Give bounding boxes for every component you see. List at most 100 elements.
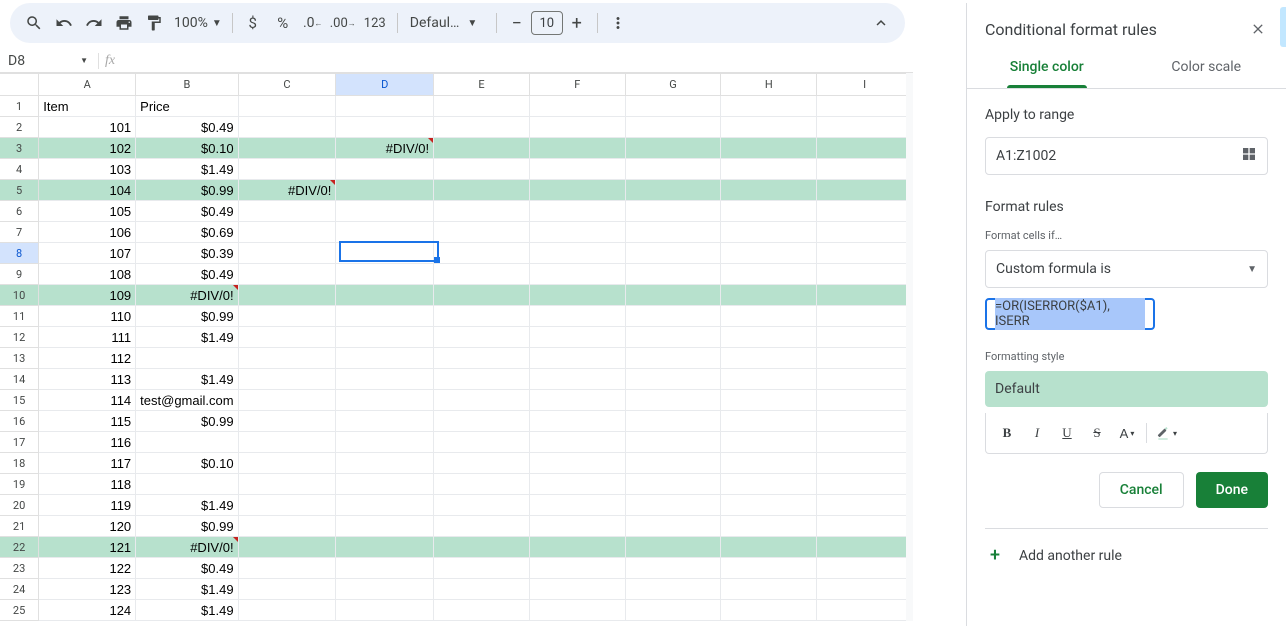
zoom-dropdown[interactable]: 100%▼: [170, 15, 226, 31]
cell-B20[interactable]: $1.49: [136, 495, 238, 516]
cell-G5[interactable]: [625, 180, 721, 201]
cell-F20[interactable]: [529, 495, 625, 516]
cell-D8[interactable]: [336, 243, 434, 264]
cell-I2[interactable]: [817, 117, 913, 138]
cell-E2[interactable]: [434, 117, 530, 138]
cell-E25[interactable]: [434, 600, 530, 621]
cell-E24[interactable]: [434, 579, 530, 600]
cell-I18[interactable]: [817, 453, 913, 474]
underline-button[interactable]: U: [1052, 421, 1082, 445]
cell-F10[interactable]: [529, 285, 625, 306]
cell-C20[interactable]: [238, 495, 336, 516]
row-header-14[interactable]: 14: [0, 369, 39, 390]
cell-I21[interactable]: [817, 516, 913, 537]
cell-A16[interactable]: 115: [39, 411, 136, 432]
cell-A14[interactable]: 113: [39, 369, 136, 390]
row-header-12[interactable]: 12: [0, 327, 39, 348]
cell-H1[interactable]: [721, 96, 817, 117]
cell-C23[interactable]: [238, 558, 336, 579]
cell-E22[interactable]: [434, 537, 530, 558]
cell-H10[interactable]: [721, 285, 817, 306]
row-header-3[interactable]: 3: [0, 138, 39, 159]
cell-D16[interactable]: [336, 411, 434, 432]
cell-C6[interactable]: [238, 201, 336, 222]
row-header-23[interactable]: 23: [0, 558, 39, 579]
cell-F23[interactable]: [529, 558, 625, 579]
cell-D10[interactable]: [336, 285, 434, 306]
cell-A11[interactable]: 110: [39, 306, 136, 327]
row-header-9[interactable]: 9: [0, 264, 39, 285]
cell-G23[interactable]: [625, 558, 721, 579]
percent-format-button[interactable]: %: [269, 9, 297, 37]
cell-I25[interactable]: [817, 600, 913, 621]
cell-D2[interactable]: [336, 117, 434, 138]
cell-H5[interactable]: [721, 180, 817, 201]
row-header-24[interactable]: 24: [0, 579, 39, 600]
cell-D3[interactable]: #DIV/0!: [336, 138, 434, 159]
more-formats-button[interactable]: 123: [359, 9, 391, 37]
cell-E20[interactable]: [434, 495, 530, 516]
cell-C5[interactable]: #DIV/0!: [238, 180, 336, 201]
cell-I7[interactable]: [817, 222, 913, 243]
cell-B1[interactable]: Price: [136, 96, 238, 117]
cell-C22[interactable]: [238, 537, 336, 558]
cell-B4[interactable]: $1.49: [136, 159, 238, 180]
cell-C25[interactable]: [238, 600, 336, 621]
side-panel-toggle[interactable]: [1280, 7, 1286, 47]
cell-A22[interactable]: 121: [39, 537, 136, 558]
cell-D7[interactable]: [336, 222, 434, 243]
column-header-C[interactable]: C: [238, 74, 336, 96]
cell-A24[interactable]: 123: [39, 579, 136, 600]
cell-I15[interactable]: [817, 390, 913, 411]
cell-B10[interactable]: #DIV/0!: [136, 285, 238, 306]
cell-B19[interactable]: [136, 474, 238, 495]
tab-color-scale[interactable]: Color scale: [1127, 47, 1286, 88]
row-header-10[interactable]: 10: [0, 285, 39, 306]
cell-H21[interactable]: [721, 516, 817, 537]
cell-H9[interactable]: [721, 264, 817, 285]
row-header-18[interactable]: 18: [0, 453, 39, 474]
cell-H20[interactable]: [721, 495, 817, 516]
cell-E7[interactable]: [434, 222, 530, 243]
cell-A10[interactable]: 109: [39, 285, 136, 306]
cell-C24[interactable]: [238, 579, 336, 600]
cell-D12[interactable]: [336, 327, 434, 348]
cell-D18[interactable]: [336, 453, 434, 474]
style-preview[interactable]: Default: [985, 371, 1268, 407]
cell-I9[interactable]: [817, 264, 913, 285]
cell-G1[interactable]: [625, 96, 721, 117]
cell-D9[interactable]: [336, 264, 434, 285]
cell-I4[interactable]: [817, 159, 913, 180]
cell-D21[interactable]: [336, 516, 434, 537]
cell-F19[interactable]: [529, 474, 625, 495]
cell-G6[interactable]: [625, 201, 721, 222]
row-header-8[interactable]: 8: [0, 243, 39, 264]
cell-E13[interactable]: [434, 348, 530, 369]
row-header-17[interactable]: 17: [0, 432, 39, 453]
font-dropdown[interactable]: Defaul…▼: [404, 15, 490, 31]
cell-F11[interactable]: [529, 306, 625, 327]
row-header-4[interactable]: 4: [0, 159, 39, 180]
print-icon[interactable]: [110, 9, 138, 37]
cell-D11[interactable]: [336, 306, 434, 327]
cell-C11[interactable]: [238, 306, 336, 327]
cell-D19[interactable]: [336, 474, 434, 495]
currency-format-button[interactable]: $: [239, 9, 267, 37]
cell-G20[interactable]: [625, 495, 721, 516]
paint-format-icon[interactable]: [140, 9, 168, 37]
cell-I17[interactable]: [817, 432, 913, 453]
cell-E9[interactable]: [434, 264, 530, 285]
row-header-13[interactable]: 13: [0, 348, 39, 369]
increase-decimal-button[interactable]: .00→: [329, 9, 357, 37]
cell-I11[interactable]: [817, 306, 913, 327]
cell-B16[interactable]: $0.99: [136, 411, 238, 432]
cell-I5[interactable]: [817, 180, 913, 201]
cell-I22[interactable]: [817, 537, 913, 558]
cell-C9[interactable]: [238, 264, 336, 285]
cell-B5[interactable]: $0.99: [136, 180, 238, 201]
row-header-15[interactable]: 15: [0, 390, 39, 411]
cell-E16[interactable]: [434, 411, 530, 432]
cell-I24[interactable]: [817, 579, 913, 600]
font-size-input[interactable]: 10: [531, 11, 563, 35]
column-header-F[interactable]: F: [529, 74, 625, 96]
